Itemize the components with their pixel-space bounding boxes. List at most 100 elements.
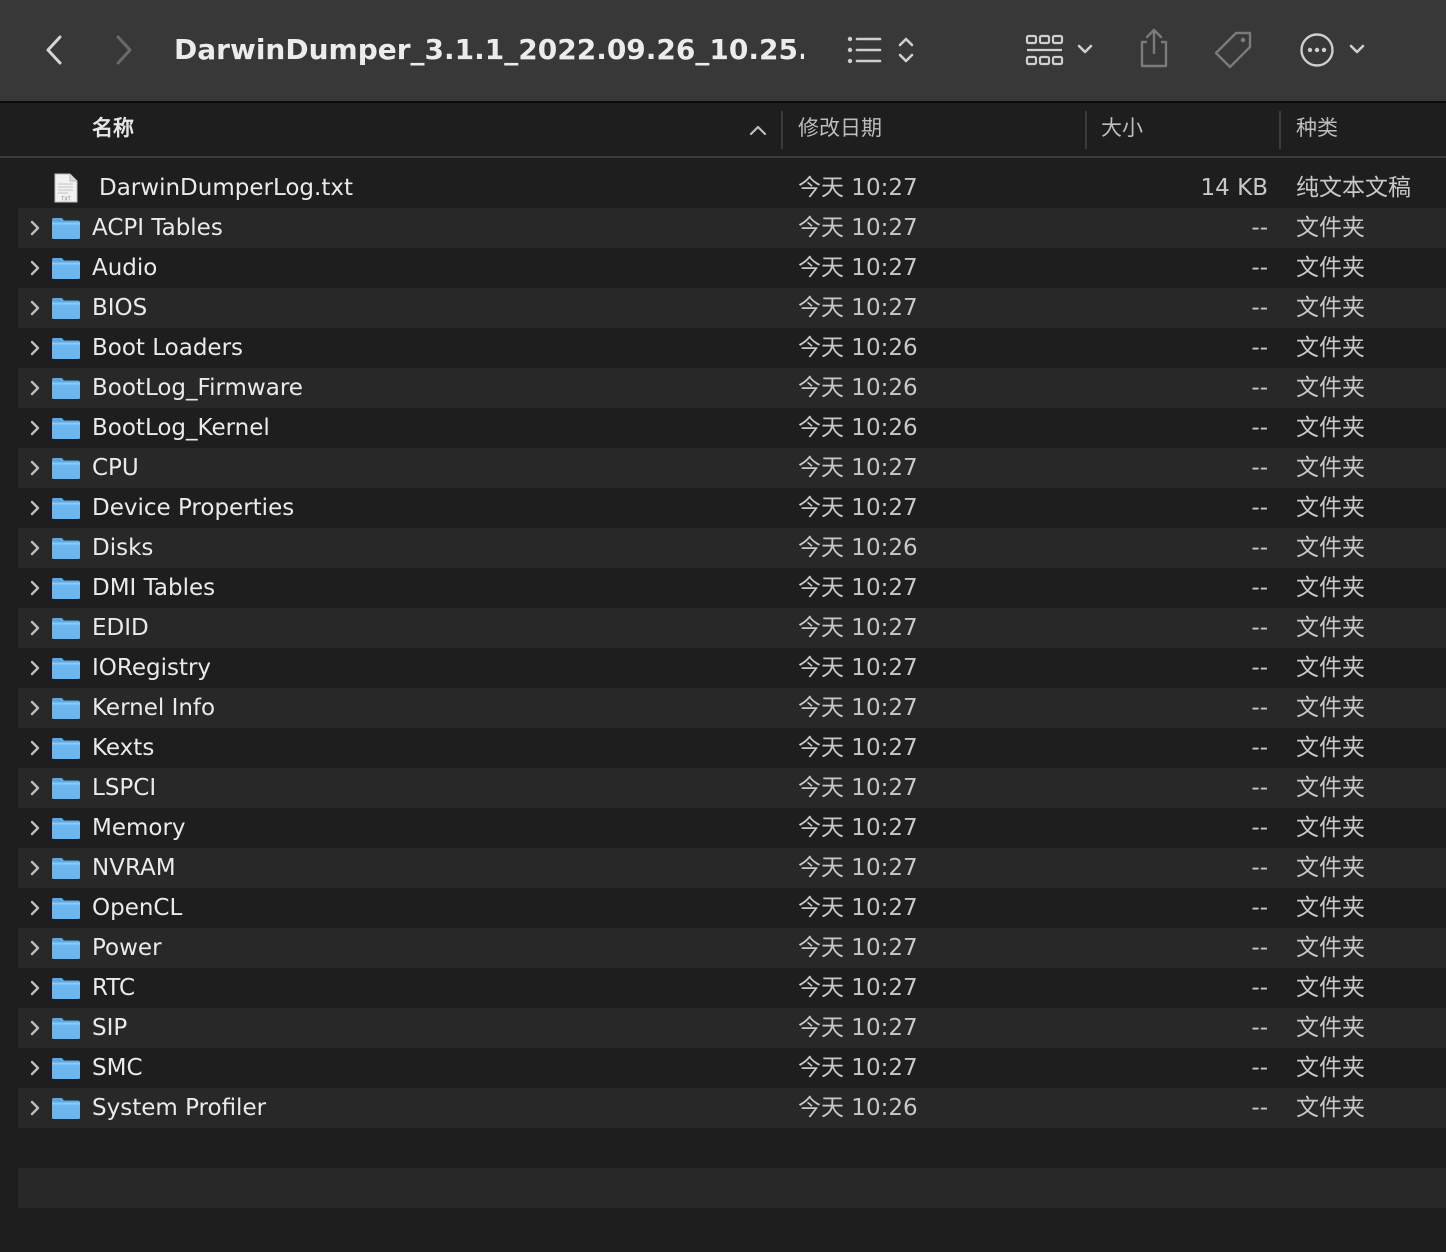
disclosure-chevron-icon[interactable] [28,939,42,957]
column-divider[interactable] [1085,111,1087,149]
more-actions-button[interactable] [1294,28,1370,72]
item-size: -- [1251,455,1268,481]
item-size: -- [1251,1015,1268,1041]
disclosure-chevron-icon[interactable] [28,859,42,877]
folder-icon [52,658,80,679]
item-size: -- [1251,935,1268,961]
view-options-button[interactable] [842,30,922,70]
disclosure-chevron-icon[interactable] [28,619,42,637]
disclosure-chevron-icon[interactable] [28,899,42,917]
item-size: -- [1251,615,1268,641]
item-name: Disks [92,535,154,561]
folder-row[interactable]: IORegistry 今天 10:27 -- 文件夹 [18,648,1446,688]
folder-row[interactable]: LSPCI 今天 10:27 -- 文件夹 [18,768,1446,808]
item-name: SIP [92,1015,128,1041]
item-kind: 文件夹 [1296,1055,1365,1081]
disclosure-chevron-icon[interactable] [28,979,42,997]
disclosure-chevron-icon[interactable] [28,419,42,437]
folder-icon [52,618,80,639]
folder-icon [52,1058,80,1079]
item-date-modified: 今天 10:27 [798,615,918,641]
disclosure-chevron-icon[interactable] [28,339,42,357]
disclosure-chevron-icon[interactable] [28,259,42,277]
item-size: -- [1251,495,1268,521]
disclosure-chevron-icon[interactable] [28,579,42,597]
item-date-modified: 今天 10:26 [798,535,918,561]
item-kind: 文件夹 [1296,775,1365,801]
item-date-modified: 今天 10:27 [798,855,918,881]
folder-row[interactable]: BIOS 今天 10:27 -- 文件夹 [18,288,1446,328]
forward-button[interactable] [106,30,142,70]
column-header-size[interactable]: 大小 [1101,103,1143,156]
folder-icon [52,818,80,839]
column-header-date[interactable]: 修改日期 [798,103,882,156]
folder-row[interactable]: BootLog_Firmware 今天 10:26 -- 文件夹 [18,368,1446,408]
item-kind: 文件夹 [1296,695,1365,721]
file-row[interactable]: TXT DarwinDumperLog.txt 今天 10:27 14 KB 纯文本文稿 [18,168,1446,208]
folder-row[interactable]: Disks 今天 10:26 -- 文件夹 [18,528,1446,568]
window-title: DarwinDumper_3.1.1_2022.09.26_10.25.5... [174,33,804,66]
folder-row[interactable]: Device Properties 今天 10:27 -- 文件夹 [18,488,1446,528]
group-button[interactable] [1022,28,1100,72]
disclosure-chevron-icon[interactable] [28,779,42,797]
disclosure-chevron-icon[interactable] [28,819,42,837]
item-name: Memory [92,815,186,841]
item-name: Audio [92,255,158,281]
folder-row[interactable]: SIP 今天 10:27 -- 文件夹 [18,1008,1446,1048]
folder-row[interactable]: RTC 今天 10:27 -- 文件夹 [18,968,1446,1008]
item-name: RTC [92,975,136,1001]
item-kind: 文件夹 [1296,535,1365,561]
item-date-modified: 今天 10:27 [798,215,918,241]
item-name: SMC [92,1055,143,1081]
item-name: System Profiler [92,1095,267,1121]
item-name: LSPCI [92,775,157,801]
item-size: -- [1251,855,1268,881]
disclosure-chevron-icon[interactable] [28,1019,42,1037]
folder-row[interactable]: System Profiler 今天 10:26 -- 文件夹 [18,1088,1446,1128]
ellipsis-circle-icon [1300,33,1365,67]
folder-row[interactable]: DMI Tables 今天 10:27 -- 文件夹 [18,568,1446,608]
disclosure-chevron-icon[interactable] [28,299,42,317]
folder-row[interactable]: Memory 今天 10:27 -- 文件夹 [18,808,1446,848]
folder-row[interactable]: Power 今天 10:27 -- 文件夹 [18,928,1446,968]
share-button[interactable] [1134,26,1174,72]
folder-row[interactable]: EDID 今天 10:27 -- 文件夹 [18,608,1446,648]
item-date-modified: 今天 10:27 [798,495,918,521]
column-header-kind[interactable]: 种类 [1296,103,1338,156]
folder-row[interactable]: NVRAM 今天 10:27 -- 文件夹 [18,848,1446,888]
folder-row[interactable]: Audio 今天 10:27 -- 文件夹 [18,248,1446,288]
empty-row [18,1168,1446,1208]
disclosure-chevron-icon[interactable] [28,539,42,557]
item-name: BIOS [92,295,148,321]
folder-row[interactable]: SMC 今天 10:27 -- 文件夹 [18,1048,1446,1088]
item-size: -- [1251,815,1268,841]
disclosure-chevron-icon[interactable] [28,1059,42,1077]
folder-row[interactable]: Kernel Info 今天 10:27 -- 文件夹 [18,688,1446,728]
back-button[interactable] [36,30,72,70]
item-date-modified: 今天 10:27 [798,935,918,961]
folder-row[interactable]: ACPI Tables 今天 10:27 -- 文件夹 [18,208,1446,248]
folder-row[interactable]: BootLog_Kernel 今天 10:26 -- 文件夹 [18,408,1446,448]
column-header-name[interactable]: 名称 [92,103,134,156]
item-date-modified: 今天 10:26 [798,415,918,441]
disclosure-chevron-icon[interactable] [28,219,42,237]
folder-row[interactable]: CPU 今天 10:27 -- 文件夹 [18,448,1446,488]
column-divider[interactable] [1279,111,1281,149]
item-kind: 文件夹 [1296,975,1365,1001]
item-date-modified: 今天 10:27 [798,255,918,281]
disclosure-chevron-icon[interactable] [28,659,42,677]
disclosure-chevron-icon[interactable] [28,739,42,757]
tag-button[interactable] [1210,28,1256,72]
disclosure-chevron-icon[interactable] [28,499,42,517]
item-kind: 文件夹 [1296,255,1365,281]
disclosure-chevron-icon[interactable] [28,1099,42,1117]
folder-row[interactable]: Boot Loaders 今天 10:26 -- 文件夹 [18,328,1446,368]
disclosure-chevron-icon[interactable] [28,459,42,477]
column-divider[interactable] [781,111,783,149]
folder-row[interactable]: Kexts 今天 10:27 -- 文件夹 [18,728,1446,768]
folder-row[interactable]: OpenCL 今天 10:27 -- 文件夹 [18,888,1446,928]
item-kind: 文件夹 [1296,815,1365,841]
disclosure-chevron-icon[interactable] [28,699,42,717]
disclosure-chevron-icon[interactable] [28,379,42,397]
item-name: Kernel Info [92,695,216,721]
